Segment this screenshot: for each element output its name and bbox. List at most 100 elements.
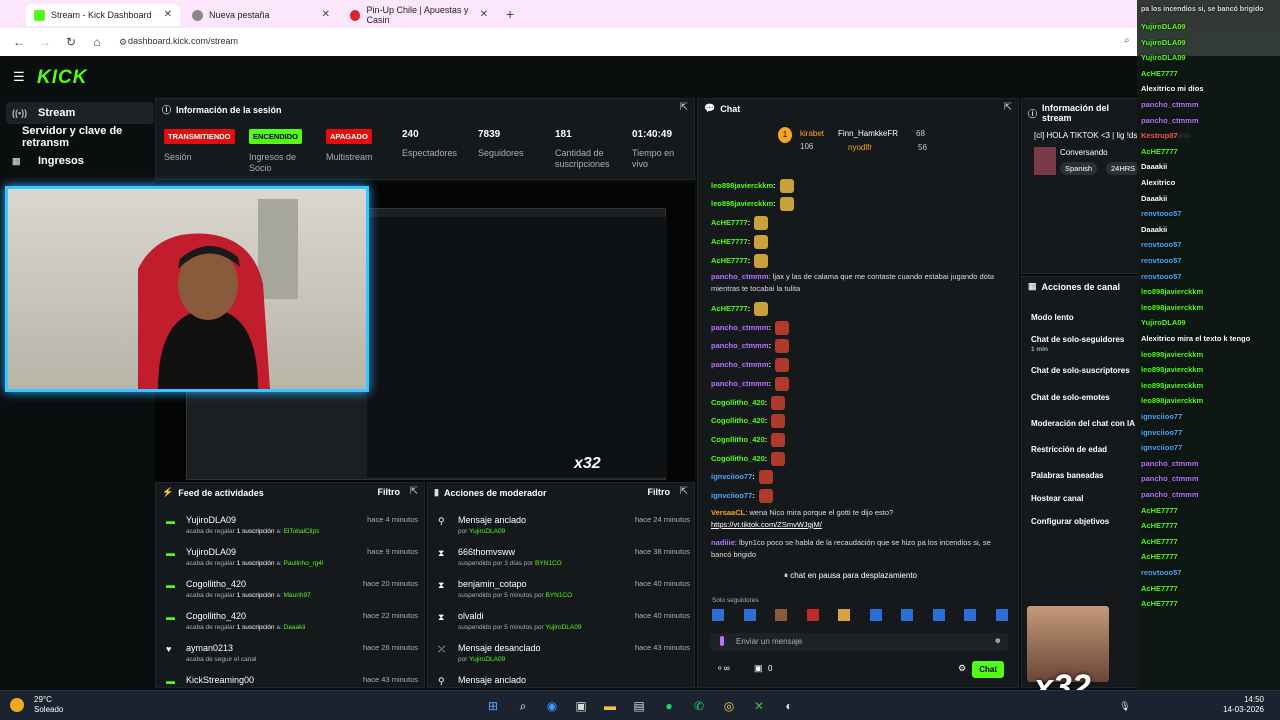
back-icon[interactable]: ← — [12, 35, 26, 49]
chat-username[interactable]: pancho_ctmmm — [711, 341, 769, 350]
emote-icon[interactable] — [901, 609, 914, 621]
emote-icon[interactable] — [775, 609, 788, 621]
emoji-icon[interactable]: ☻ — [994, 636, 1002, 645]
expand-icon[interactable]: ⇱ — [1004, 102, 1012, 113]
mod-target[interactable]: 666thomvsww — [458, 547, 515, 557]
home-icon[interactable]: ⌂ — [90, 35, 104, 49]
folder-icon[interactable]: ▬ — [601, 697, 619, 715]
gift-icon[interactable]: ▣ — [754, 663, 763, 674]
feed-user[interactable]: Cogollitho_420 — [186, 611, 246, 621]
host-channel-button[interactable]: Hostear canal — [1031, 494, 1083, 503]
zoom-icon[interactable]: ⌕ — [1124, 35, 1130, 46]
mod-actor[interactable]: YujiroDLA09 — [545, 624, 581, 631]
expand-icon[interactable]: ⇱ — [680, 486, 688, 497]
chat-input[interactable]: Enviar un mensaje ☻ — [710, 633, 1008, 651]
emote-icon[interactable] — [838, 609, 851, 621]
points-icon[interactable]: ⚬∞ — [716, 663, 730, 674]
subscribers-only-toggle[interactable]: Chat de solo-suscriptores — [1031, 366, 1130, 375]
chat-username[interactable]: AcHE7777 — [711, 304, 748, 313]
chat-username[interactable]: Cogollitho_420 — [711, 416, 765, 425]
reload-icon[interactable]: ↻ — [64, 35, 78, 49]
mod-row[interactable]: ⧗ 666thomvsww suspendido por 3 días por BY… — [438, 545, 690, 577]
chrome-icon[interactable]: ◎ — [720, 697, 738, 715]
mod-target[interactable]: benjamin_cotapo — [458, 579, 527, 589]
tab-new[interactable]: Nueva pestaña ✕ — [184, 4, 338, 26]
followers-only-toggle[interactable]: Chat de solo-seguidores — [1031, 335, 1124, 344]
emotes-only-toggle[interactable]: Chat de solo-emotes — [1031, 393, 1110, 402]
emote-icon[interactable] — [712, 609, 724, 621]
tab-kick-dashboard[interactable]: Stream - Kick Dashboard ✕ — [26, 4, 180, 26]
feed-target[interactable]: Maurih97 — [284, 592, 311, 599]
store-icon[interactable]: ▣ — [572, 697, 590, 715]
mod-actor[interactable]: BYN1CO — [535, 560, 562, 567]
emote-icon[interactable] — [869, 609, 882, 621]
mod-row[interactable]: ⧗ olvaldi suspendido por 5 minutos por Yuj… — [438, 609, 690, 641]
feed-user[interactable]: Cogollitho_420 — [186, 579, 246, 589]
slow-mode-toggle[interactable]: Modo lento — [1031, 313, 1074, 322]
search-icon[interactable]: ⌕ — [514, 697, 532, 715]
mic-icon[interactable]: 🎙 — [1116, 697, 1134, 715]
chat-username[interactable]: pancho_ctmmm — [711, 323, 769, 332]
send-chat-button[interactable]: Chat — [972, 661, 1004, 678]
filter-button[interactable]: Filtro — [648, 487, 671, 497]
settings-icon[interactable]: ⚙ — [958, 663, 966, 674]
tab-pinup[interactable]: Pin-Up Chile | Apuestas y Casin ✕ — [342, 4, 496, 26]
app-icon[interactable]: ▤ — [630, 697, 648, 715]
chat-username[interactable]: pancho_ctmmm — [711, 360, 769, 369]
mod-row[interactable]: ⚲ Mensaje anclado por YujiroDLA09 hace 24 m… — [438, 513, 690, 545]
edge-icon[interactable]: ◉ — [543, 697, 561, 715]
new-tab-icon[interactable]: + — [506, 6, 514, 22]
chat-username[interactable]: pancho_ctmmm — [711, 379, 769, 388]
mod-actor[interactable]: YujiroDLA09 — [469, 656, 505, 663]
emote-icon[interactable] — [743, 609, 756, 621]
mod-target[interactable]: Mensaje desanclado — [458, 643, 541, 653]
feed-row[interactable]: ▬ YujiroDLA09 acaba de regalar 1 suscripci… — [166, 545, 418, 577]
chat-username[interactable]: ignvciioo77 — [711, 472, 752, 481]
emote-icon[interactable] — [964, 609, 977, 621]
mod-target[interactable]: Mensaje anclado — [458, 515, 526, 525]
chat-username[interactable]: AcHE7777 — [711, 256, 748, 265]
spotify-icon[interactable]: ● — [660, 697, 678, 715]
chat-username[interactable]: AcHE7777 — [711, 218, 748, 227]
feed-user[interactable]: YujiroDLA09 — [186, 515, 236, 525]
chat-link[interactable]: https://vt.tiktok.com/ZSmvWJgjM/ — [711, 520, 822, 529]
ai-moderation-toggle[interactable]: Moderación del chat con IA — [1031, 419, 1135, 428]
feed-target[interactable]: Paulinho_rg4l — [284, 560, 324, 567]
sidebar-item-stream[interactable]: ((•)) Stream — [6, 102, 154, 124]
sidebar-item-income[interactable]: ▦ Ingresos — [6, 150, 154, 172]
chat-username[interactable]: ignvciioo77 — [711, 491, 752, 500]
windows-start-icon[interactable]: ⊞ — [484, 697, 502, 715]
mod-row[interactable]: ⧗ benjamin_cotapo suspendido por 5 minutos… — [438, 577, 690, 609]
banned-words-button[interactable]: Palabras baneadas — [1031, 471, 1103, 480]
feed-user[interactable]: YujiroDLA09 — [186, 547, 236, 557]
emote-icon[interactable] — [932, 609, 945, 621]
close-icon[interactable]: ✕ — [480, 9, 488, 20]
emote-icon[interactable] — [995, 609, 1008, 621]
chat-username[interactable]: leo898javierckkm — [711, 181, 773, 190]
feed-user[interactable]: KickStreaming00 — [186, 675, 254, 685]
emote-icon[interactable] — [806, 609, 819, 621]
mod-actor[interactable]: BYN1CO — [545, 592, 572, 599]
kick-logo[interactable]: KICK — [37, 67, 87, 89]
feed-user[interactable]: ayman0213 — [186, 643, 233, 653]
mod-actor[interactable]: YujiroDLA09 — [469, 528, 505, 535]
feed-row[interactable]: ▬ Cogollitho_420 acaba de regalar 1 suscri… — [166, 609, 418, 641]
feed-row[interactable]: ▬ YujiroDLA09 acaba de regalar 1 suscripci… — [166, 513, 418, 545]
expand-icon[interactable]: ⇱ — [680, 102, 688, 113]
forward-icon[interactable]: → — [38, 35, 52, 49]
filter-button[interactable]: Filtro — [378, 487, 401, 497]
obs-icon[interactable]: ◐ — [780, 697, 798, 715]
whatsapp-icon[interactable]: ✆ — [690, 697, 708, 715]
url-input[interactable]: dashboard.kick.com/stream — [128, 36, 238, 46]
goals-button[interactable]: Configurar objetivos — [1031, 517, 1109, 526]
chat-paused-notice[interactable]: ⏸ chat en pausa para desplazamiento — [758, 569, 994, 585]
close-icon[interactable]: ✕ — [164, 9, 172, 20]
mod-target[interactable]: Mensaje anclado — [458, 675, 526, 685]
chat-username[interactable]: AcHE7777 — [711, 237, 748, 246]
mod-target[interactable]: olvaldi — [458, 611, 484, 621]
mod-row[interactable]: ⤫ Mensaje desanclado por YujiroDLA09 hace 4… — [438, 641, 690, 673]
chat-username[interactable]: Cogollitho_420 — [711, 454, 765, 463]
feed-row[interactable]: ▬ Cogollitho_420 acaba de regalar 1 suscri… — [166, 577, 418, 609]
xbox-icon[interactable]: ✕ — [750, 697, 768, 715]
clock[interactable]: 14:50 14-03-2026 — [1223, 695, 1264, 715]
